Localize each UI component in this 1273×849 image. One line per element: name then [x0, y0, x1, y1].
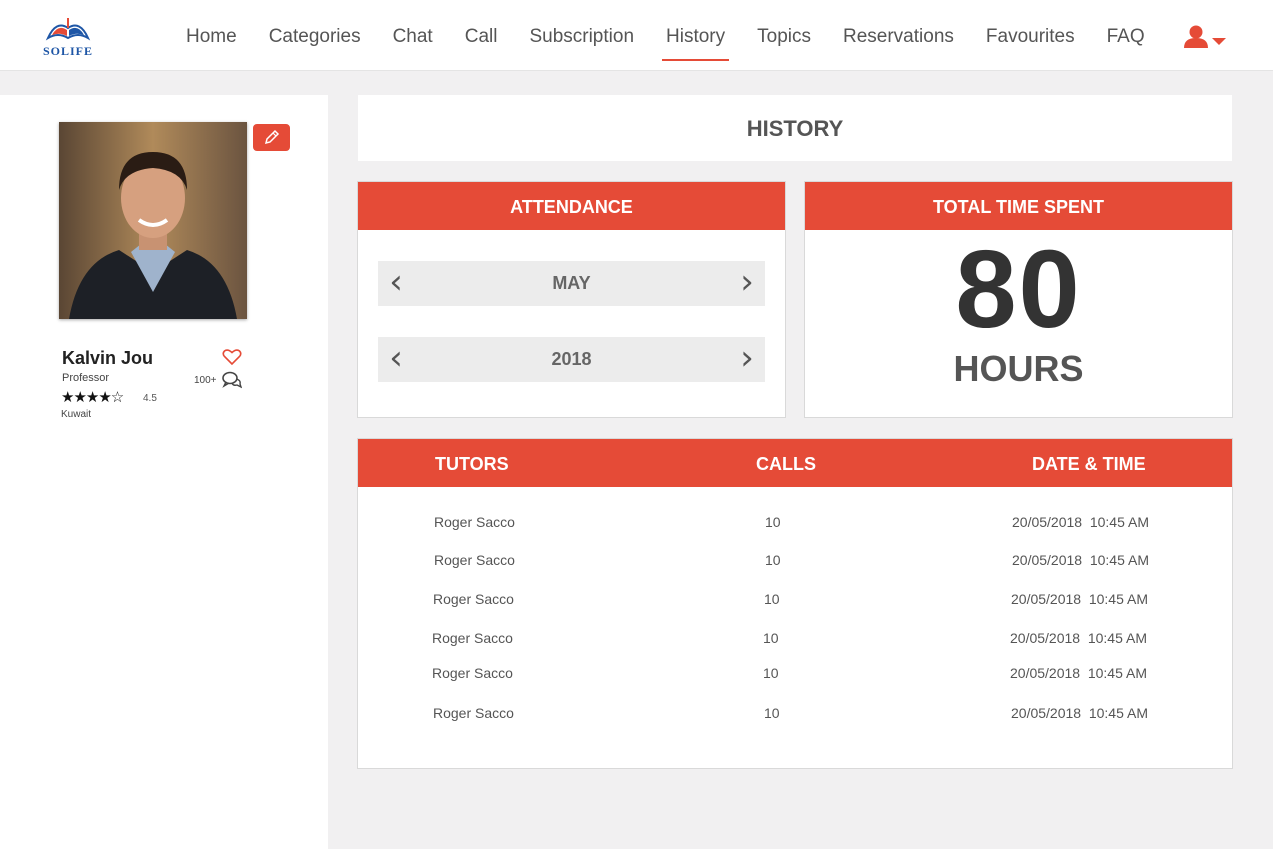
user-icon	[1184, 25, 1226, 48]
heart-icon	[222, 349, 242, 366]
attendance-card: ATTENDANCE ‹ MAY › ‹ 2018 ›	[357, 181, 786, 418]
cell-tutor: Roger Sacco	[432, 630, 513, 646]
table-row[interactable]: Roger Sacco 10 20/05/2018 10:45 AM	[358, 552, 1232, 572]
table-row[interactable]: Roger Sacco 10 20/05/2018 10:45 AM	[358, 705, 1232, 725]
nav-favourites[interactable]: Favourites	[970, 0, 1091, 71]
nav-subscription[interactable]: Subscription	[513, 0, 650, 71]
profile-name: Kalvin Jou	[62, 348, 154, 368]
rating-value: 4.5	[143, 393, 157, 404]
avatar	[59, 122, 247, 319]
user-menu-button[interactable]	[1183, 24, 1233, 52]
cell-calls: 10	[763, 665, 779, 681]
prev-year-chevron-left-icon[interactable]: ‹	[378, 337, 414, 382]
nav-chat[interactable]: Chat	[377, 0, 449, 71]
comments-count: 100+	[194, 375, 217, 386]
cell-tutor: Roger Sacco	[433, 591, 514, 607]
header-datetime: DATE & TIME	[1032, 454, 1146, 474]
cell-calls: 10	[764, 591, 780, 607]
cell-calls: 10	[765, 514, 781, 530]
year-selector: ‹ 2018 ›	[378, 337, 765, 382]
nav-call[interactable]: Call	[449, 0, 514, 71]
profile-sidebar: Kalvin Jou Professor ★★★★☆ 4.5 Kuwait 10…	[0, 95, 328, 849]
star-rating: ★★★★☆	[61, 389, 124, 406]
table-header: TUTORS CALLS DATE & TIME	[358, 439, 1232, 487]
year-value: 2018	[551, 349, 592, 369]
month-value: MAY	[552, 273, 591, 293]
cell-datetime: 20/05/2018 10:45 AM	[1010, 630, 1147, 646]
cell-tutor: Roger Sacco	[434, 552, 515, 568]
header-calls: CALLS	[756, 454, 816, 474]
edit-profile-button[interactable]	[253, 124, 290, 151]
nav-topics[interactable]: Topics	[741, 0, 827, 71]
total-time-unit: HOURS	[953, 348, 1084, 389]
cell-datetime: 20/05/2018 10:45 AM	[1011, 591, 1148, 607]
cell-datetime: 20/05/2018 10:45 AM	[1012, 552, 1149, 568]
logo-text: SOLIFE	[42, 44, 93, 58]
table-row[interactable]: Roger Sacco 10 20/05/2018 10:45 AM	[358, 514, 1232, 534]
comments-button[interactable]	[222, 371, 243, 389]
header-tutors: TUTORS	[435, 454, 509, 474]
chevron-down-icon	[1212, 38, 1226, 45]
cell-datetime: 20/05/2018 10:45 AM	[1012, 514, 1149, 530]
next-year-chevron-right-icon[interactable]: ›	[729, 337, 765, 382]
table-row[interactable]: Roger Sacco 10 20/05/2018 10:45 AM	[358, 630, 1232, 650]
profile-role: Professor	[62, 372, 110, 384]
cell-tutor: Roger Sacco	[432, 665, 513, 681]
table-row[interactable]: Roger Sacco 10 20/05/2018 10:45 AM	[358, 665, 1232, 685]
attendance-title: ATTENDANCE	[358, 182, 785, 230]
cell-calls: 10	[765, 552, 781, 568]
cell-datetime: 20/05/2018 10:45 AM	[1011, 705, 1148, 721]
nav-reservations[interactable]: Reservations	[827, 0, 970, 71]
cell-tutor: Roger Sacco	[434, 514, 515, 530]
main-nav: Home Categories Chat Call Subscription H…	[170, 0, 1161, 71]
chat-bubbles-icon	[222, 371, 243, 389]
next-month-chevron-right-icon[interactable]: ›	[729, 261, 765, 306]
table-row[interactable]: Roger Sacco 10 20/05/2018 10:45 AM	[358, 591, 1232, 611]
profile-location: Kuwait	[61, 409, 92, 420]
month-selector: ‹ MAY ›	[378, 261, 765, 306]
solife-logo[interactable]: SOLIFE	[38, 14, 98, 58]
total-time-card: TOTAL TIME SPENT 80 HOURS	[804, 181, 1233, 418]
top-navigation-bar: SOLIFE Home Categories Chat Call Subscri…	[0, 0, 1273, 71]
nav-categories[interactable]: Categories	[253, 0, 377, 71]
nav-home[interactable]: Home	[170, 0, 253, 71]
cell-calls: 10	[764, 705, 780, 721]
cell-calls: 10	[763, 630, 779, 646]
nav-faq[interactable]: FAQ	[1091, 0, 1161, 71]
prev-month-chevron-left-icon[interactable]: ‹	[378, 261, 414, 306]
book-icon	[45, 18, 91, 41]
total-time-title: TOTAL TIME SPENT	[805, 182, 1232, 230]
history-table: TUTORS CALLS DATE & TIME Roger Sacco 10 …	[357, 438, 1233, 769]
pencil-icon	[264, 129, 280, 145]
page-title: HISTORY	[358, 95, 1232, 161]
cell-datetime: 20/05/2018 10:45 AM	[1010, 665, 1147, 681]
favourite-button[interactable]	[222, 348, 242, 366]
nav-history[interactable]: History	[650, 0, 741, 71]
cell-tutor: Roger Sacco	[433, 705, 514, 721]
total-time-value: 80	[955, 228, 1082, 351]
